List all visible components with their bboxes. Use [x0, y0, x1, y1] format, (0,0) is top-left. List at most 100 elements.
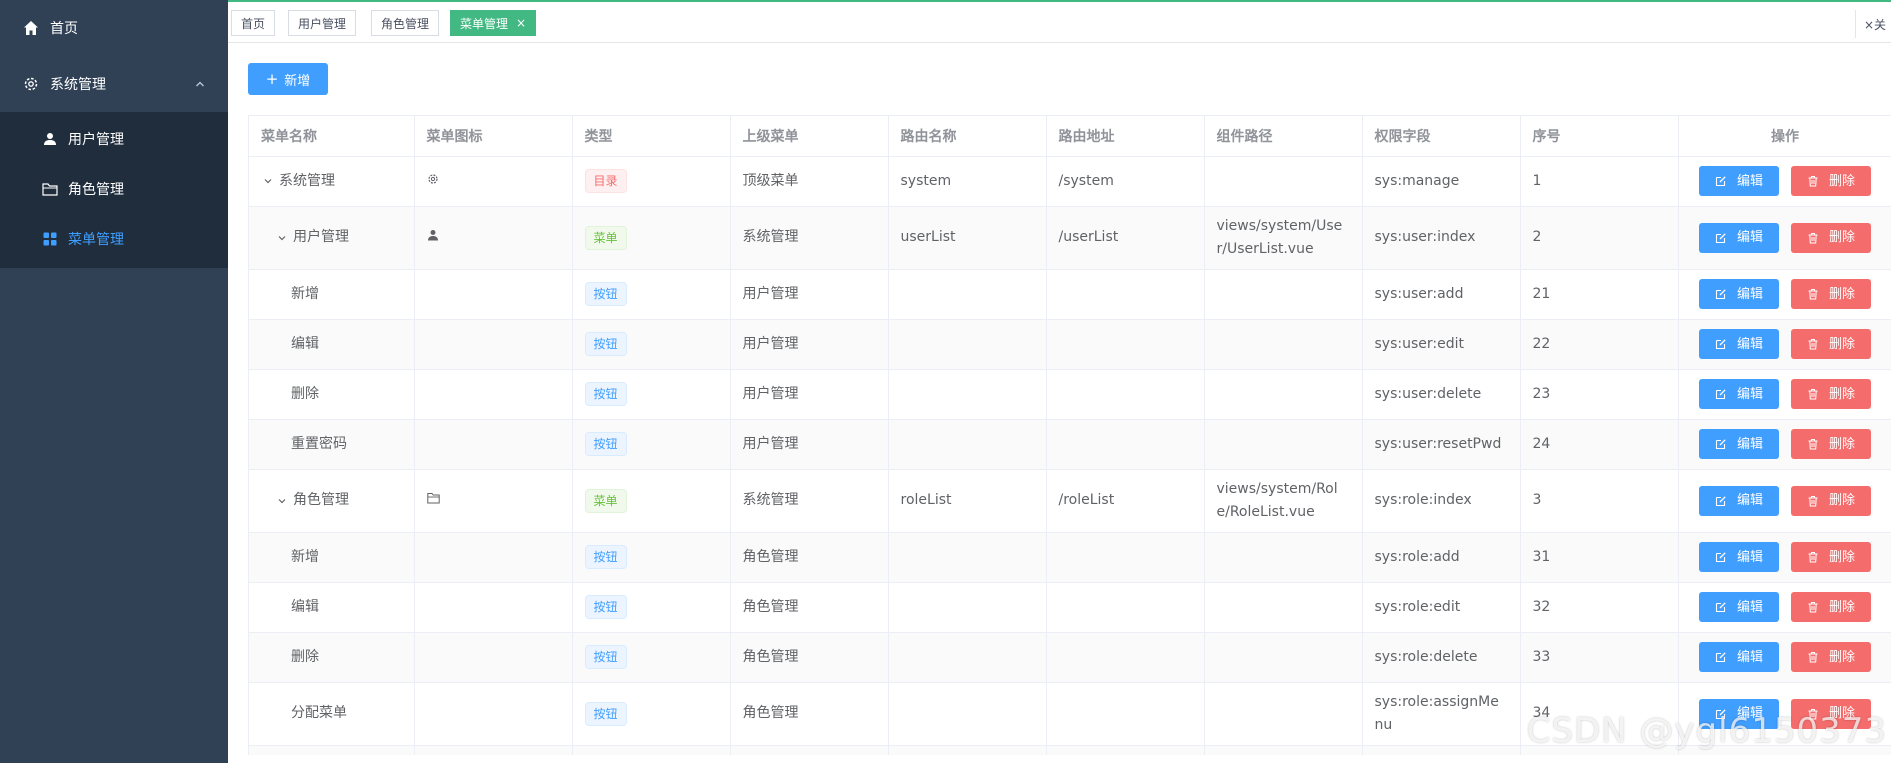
cell-route-name	[888, 682, 1047, 746]
cell-route-path	[1046, 745, 1205, 755]
sidebar-item-users[interactable]: 用户管理	[0, 114, 228, 164]
edit-button[interactable]: 编辑	[1699, 279, 1779, 309]
edit-button[interactable]: 编辑	[1699, 329, 1779, 359]
cell-type: 按钮	[572, 682, 731, 746]
tab-roles[interactable]: 角色管理	[371, 10, 440, 36]
edit-button[interactable]: 编辑	[1699, 222, 1779, 253]
sidebar-item-home[interactable]: 首页	[0, 0, 228, 56]
permission-value: sys:role:assignMenu	[1374, 693, 1499, 733]
cell-actions: 编辑 删除	[1678, 469, 1891, 533]
menu-name: 删除	[291, 648, 319, 665]
cell-actions: 编辑 删除	[1678, 206, 1891, 270]
sidebar-item-menus[interactable]: 菜单管理	[0, 214, 228, 264]
edit-button[interactable]: 编辑	[1699, 642, 1779, 672]
delete-label: 删除	[1828, 230, 1855, 245]
cell-actions: 编辑 删除	[1678, 532, 1891, 583]
tab-menus[interactable]: 菜单管理 ×	[450, 10, 537, 36]
menu-name: 系统管理	[279, 172, 335, 189]
trash-icon	[1807, 388, 1824, 400]
cell-route-name	[888, 745, 1047, 755]
tab-users[interactable]: 用户管理	[288, 10, 357, 36]
cell-component	[1204, 532, 1363, 583]
cell-name: 新增	[249, 532, 415, 583]
edit-button[interactable]: 编辑	[1699, 592, 1779, 622]
trash-icon	[1807, 651, 1824, 663]
edit-button[interactable]: 编辑	[1699, 429, 1779, 459]
delete-button[interactable]: 删除	[1791, 222, 1871, 253]
cell-route-name: system	[888, 156, 1047, 207]
chevron-up-icon	[194, 78, 206, 94]
edit-button[interactable]: 编辑	[1699, 166, 1779, 196]
delete-label: 删除	[1828, 286, 1855, 302]
close-others-button[interactable]: ×关	[1855, 10, 1891, 38]
cell-order: 22	[1520, 319, 1679, 370]
cell-actions: 编辑 删除	[1678, 369, 1891, 420]
delete-button[interactable]: 删除	[1791, 542, 1871, 572]
edit-button[interactable]: 编辑	[1699, 379, 1779, 409]
cell-parent: 用户管理	[730, 319, 889, 370]
edit-label: 编辑	[1736, 286, 1763, 302]
sidebar-item-roles[interactable]: 角色管理	[0, 164, 228, 214]
delete-button[interactable]: 删除	[1791, 166, 1871, 196]
add-menu-button[interactable]: + 新增	[248, 63, 328, 95]
column-header: 路由地址	[1046, 116, 1205, 157]
delete-button[interactable]: 删除	[1791, 642, 1871, 672]
cell-order: 1	[1520, 156, 1679, 207]
cell-icon	[414, 469, 573, 533]
tags-view: 首页 用户管理 角色管理 菜单管理 × ×关	[228, 2, 1891, 43]
edit-icon	[1715, 651, 1732, 663]
column-header: 菜单图标	[414, 116, 573, 157]
delete-button[interactable]: 删除	[1791, 592, 1871, 622]
cell-icon	[414, 369, 573, 420]
cell-actions: 编辑 删除	[1678, 156, 1891, 207]
column-header: 操作	[1678, 116, 1891, 157]
delete-button[interactable]: 删除	[1791, 429, 1871, 459]
column-header: 路由名称	[888, 116, 1047, 157]
menu-name: 新增	[291, 548, 319, 565]
edit-icon	[1715, 438, 1732, 450]
chevron-down-icon[interactable]	[261, 174, 275, 188]
delete-button[interactable]: 删除	[1791, 279, 1871, 309]
sidebar-item-system[interactable]: 系统管理	[0, 56, 228, 112]
cell-type: 按钮	[572, 632, 731, 683]
cell-parent: 角色管理	[730, 632, 889, 683]
sidebar-item-label: 系统管理	[50, 77, 106, 93]
chevron-down-icon[interactable]	[275, 231, 289, 245]
watermark: CSDN @ygl6150373	[1526, 711, 1887, 751]
menu-name: 编辑	[291, 335, 319, 352]
table-row: 角色管理 菜单 系统管理 roleList/roleList views/system/…	[249, 469, 1891, 533]
cell-icon	[414, 532, 573, 583]
tab-label: 角色管理	[381, 16, 430, 31]
column-header: 权限字段	[1362, 116, 1521, 157]
cell-type: 菜单	[572, 206, 731, 270]
type-tag: 按钮	[584, 595, 627, 619]
edit-label: 编辑	[1736, 336, 1763, 352]
cell-parent: 角色管理	[730, 532, 889, 583]
edit-button[interactable]: 编辑	[1699, 542, 1779, 572]
close-icon[interactable]: ×	[516, 16, 526, 30]
delete-button[interactable]: 删除	[1791, 329, 1871, 359]
cell-permission: sys:manage	[1362, 156, 1521, 207]
folder-icon	[426, 492, 440, 508]
cell-icon	[414, 206, 573, 270]
column-header: 菜单名称	[249, 116, 415, 157]
edit-icon	[1715, 175, 1732, 187]
edit-icon	[1715, 338, 1732, 350]
delete-label: 删除	[1828, 599, 1855, 615]
tab-home[interactable]: 首页	[231, 10, 276, 36]
delete-button[interactable]: 删除	[1791, 485, 1871, 516]
chevron-down-icon[interactable]	[275, 494, 289, 508]
cell-component: views/system/Role/RoleList.vue	[1204, 469, 1363, 533]
gear-icon	[427, 173, 439, 189]
sidebar: 首页 系统管理 用户管理 角色管理 菜单管理	[0, 0, 228, 763]
type-tag: 按钮	[584, 282, 627, 306]
type-tag: 菜单	[584, 488, 627, 513]
menu-name: 角色管理	[293, 492, 349, 508]
table-row: 重置密码 按钮 用户管理 sys:user:resetPwd 24 编辑 删除	[249, 419, 1891, 470]
cell-route-path: /roleList	[1046, 469, 1205, 533]
cell-component	[1204, 156, 1363, 207]
delete-button[interactable]: 删除	[1791, 379, 1871, 409]
cell-order: 32	[1520, 582, 1679, 633]
cell-actions: 编辑 删除	[1678, 632, 1891, 683]
edit-button[interactable]: 编辑	[1699, 485, 1779, 516]
